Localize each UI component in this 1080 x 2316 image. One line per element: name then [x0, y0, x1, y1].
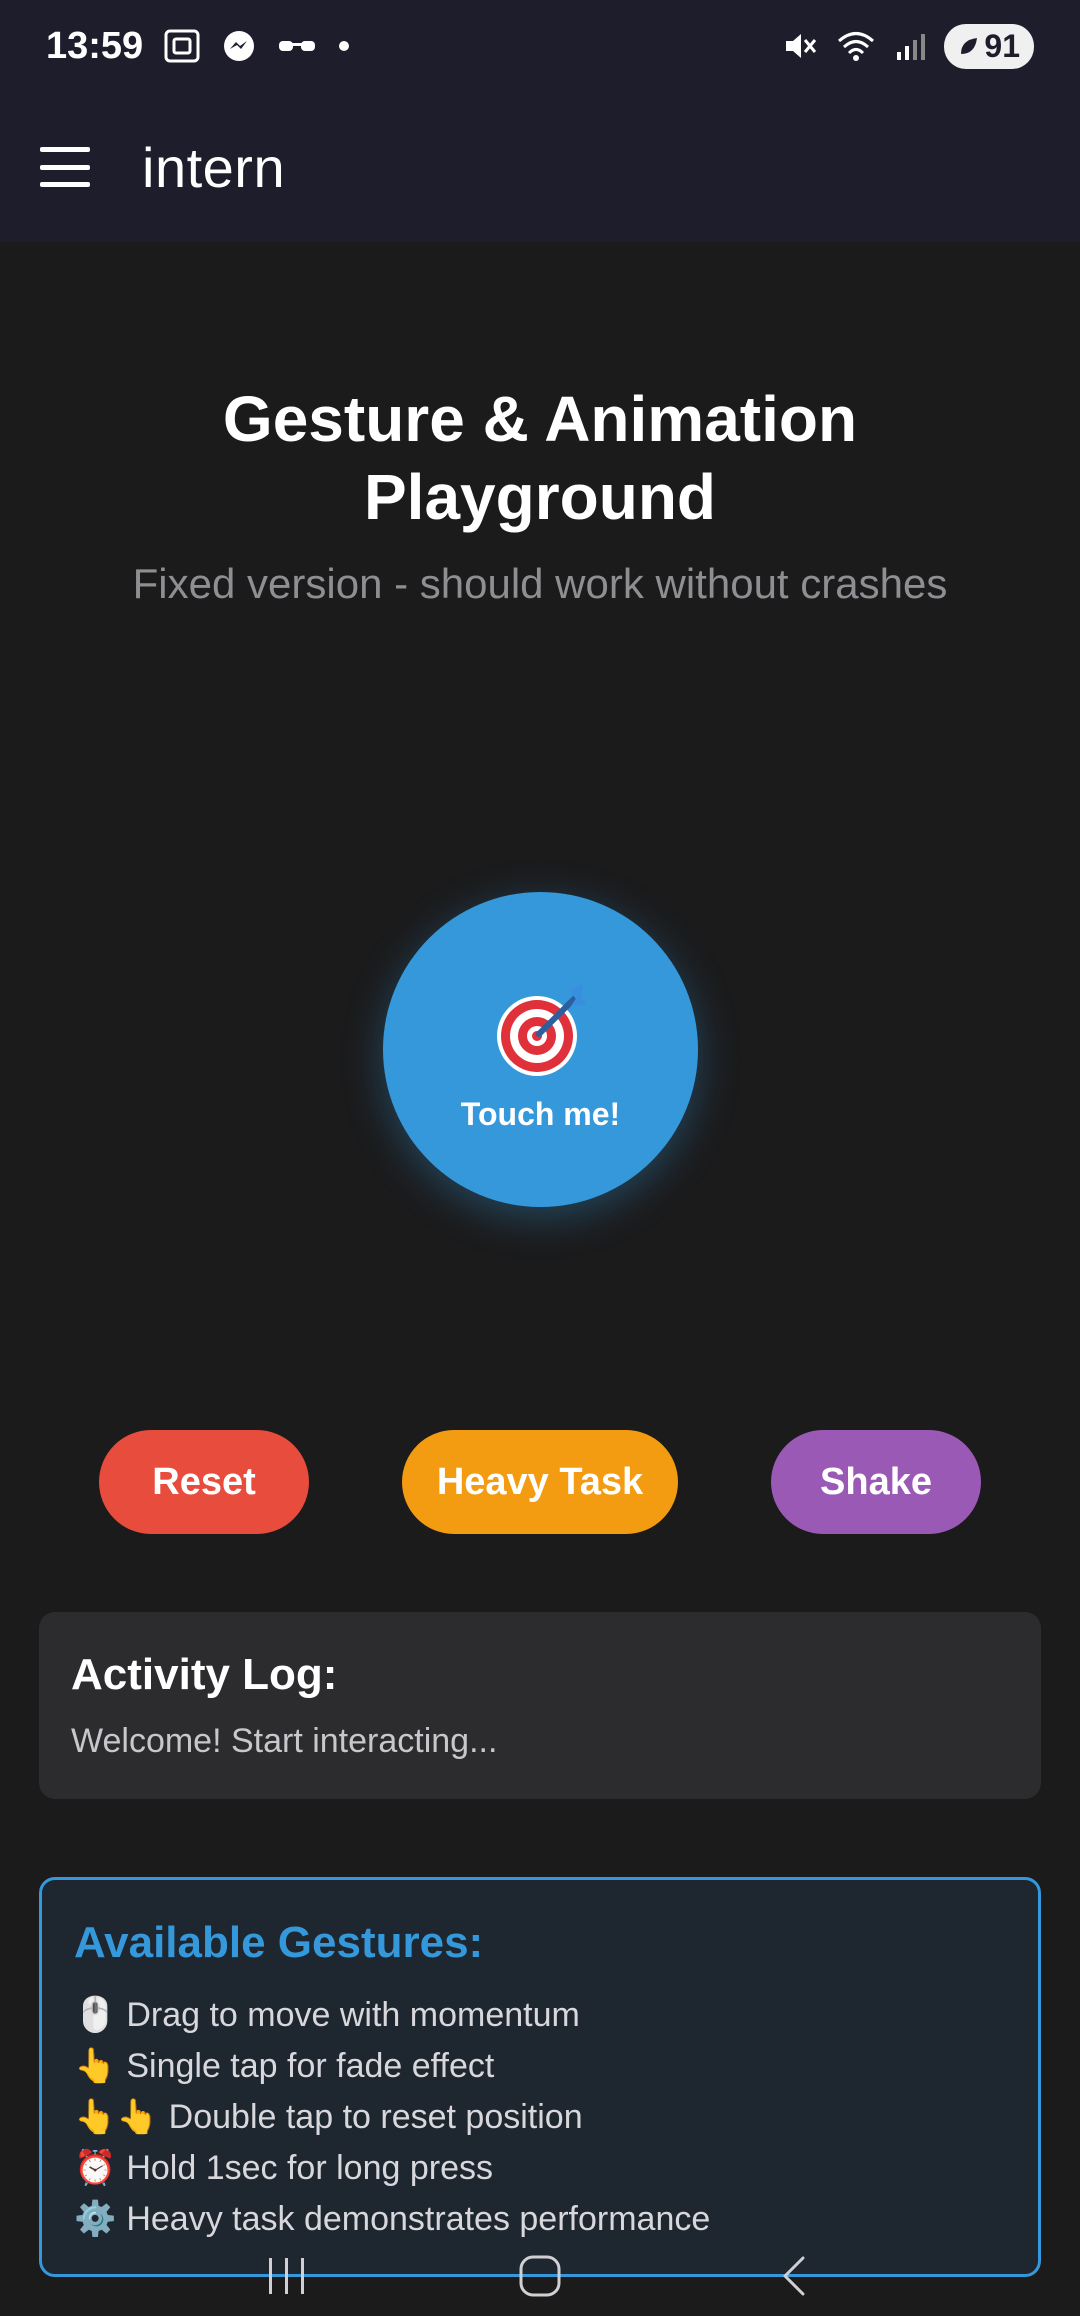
home-icon[interactable]	[510, 2246, 570, 2306]
action-buttons: Reset Heavy Task Shake	[0, 1430, 1080, 1534]
touch-label: Touch me!	[460, 1096, 621, 1132]
page-title-line1: Gesture & Animation	[222, 383, 858, 455]
touch-target[interactable]: Touch me!	[383, 892, 698, 1207]
activity-log-text: Welcome! Start interacting...	[71, 1722, 498, 1760]
status-bar: 13:59 91	[0, 0, 1080, 92]
gesture-text: Single tap for fade effect	[126, 2047, 495, 2085]
app-title: intern	[142, 135, 286, 199]
battery-saver-icon	[958, 28, 980, 65]
heavy-task-button[interactable]: Heavy Task	[402, 1430, 678, 1534]
alarm-clock-icon: ⏰	[74, 2149, 117, 2187]
double-pointing-hand-icon: 👆👆	[74, 2098, 159, 2136]
page-subtitle: Fixed version - should work without cras…	[132, 560, 948, 607]
battery-level: 91	[984, 27, 1020, 64]
activity-log-card: Activity Log: Welcome! Start interacting…	[39, 1612, 1041, 1799]
page-title: Gesture & Animation Playground	[0, 380, 1080, 536]
list-item: 👆 Single tap for fade effect	[74, 2041, 1006, 2092]
pointing-hand-icon: 👆	[74, 2047, 117, 2085]
hamburger-menu-icon[interactable]	[40, 147, 90, 187]
app-bar: intern	[0, 92, 1080, 242]
available-gestures-card: Available Gestures: 🖱️ Drag to move with…	[39, 1877, 1041, 2277]
list-item: ⏰ Hold 1sec for long press	[74, 2143, 1006, 2194]
page-title-line2: Playground	[363, 461, 717, 533]
mute-icon	[782, 28, 818, 64]
wifi-icon	[836, 28, 876, 64]
reset-button[interactable]: Reset	[99, 1430, 309, 1534]
gesture-text: Double tap to reset position	[168, 2098, 583, 2136]
back-icon[interactable]	[763, 2246, 823, 2306]
list-item: 🖱️ Drag to move with momentum	[74, 1990, 1006, 2041]
target-dart-icon	[496, 984, 587, 1076]
activity-log-title: Activity Log:	[71, 1650, 338, 1699]
mouse-icon: 🖱️	[74, 1996, 117, 2034]
list-item: 👆👆 Double tap to reset position	[74, 2092, 1006, 2143]
gesture-text: Drag to move with momentum	[126, 1996, 580, 2034]
status-time: 13:59	[46, 24, 144, 67]
incognito-icon	[277, 35, 317, 57]
shake-button[interactable]: Shake	[771, 1430, 981, 1534]
recent-apps-icon[interactable]	[257, 2246, 317, 2306]
messenger-icon	[221, 28, 257, 64]
available-gestures-title: Available Gestures:	[74, 1918, 484, 1967]
signal-icon	[894, 30, 926, 62]
gesture-text: Hold 1sec for long press	[126, 2149, 493, 2187]
notification-dot-icon	[337, 39, 351, 53]
gesture-list: 🖱️ Drag to move with momentum 👆 Single t…	[74, 1990, 1006, 2245]
system-navigation-bar	[0, 2236, 1080, 2316]
screenshot-icon	[163, 28, 201, 64]
battery-indicator: 91	[944, 23, 1034, 69]
